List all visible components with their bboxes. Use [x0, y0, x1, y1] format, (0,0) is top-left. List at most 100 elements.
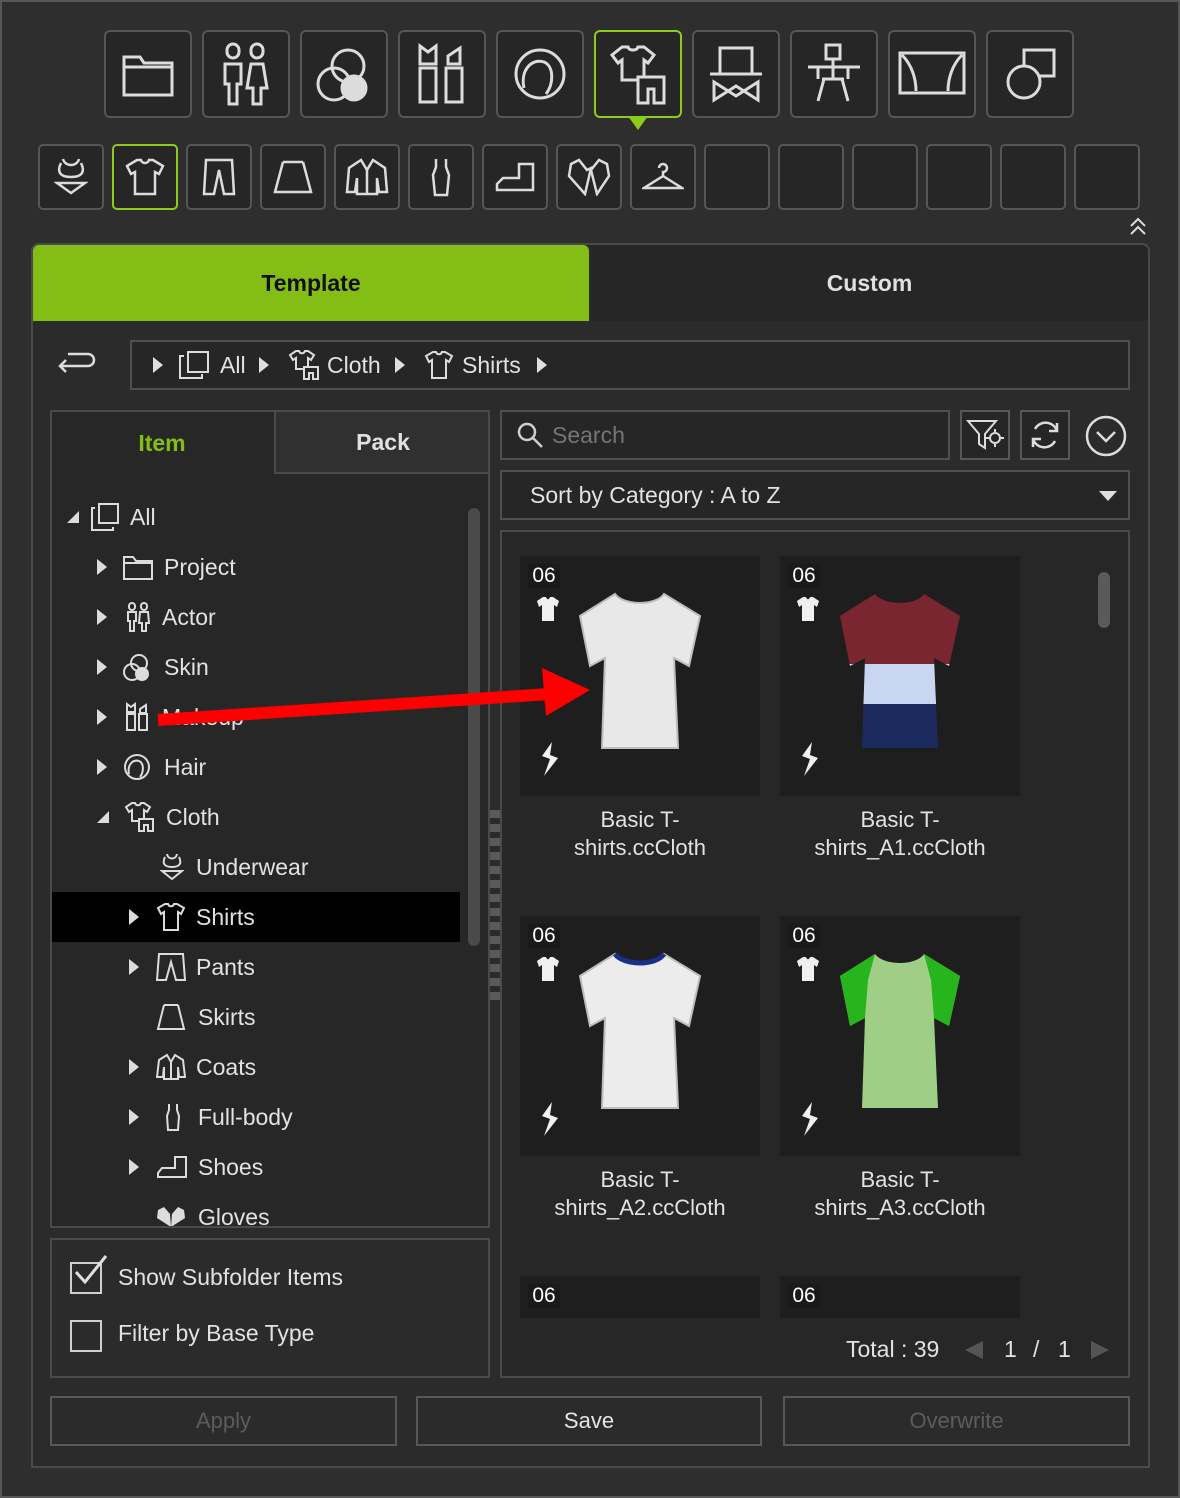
gloves-icon[interactable]: [556, 144, 622, 210]
search-box[interactable]: [500, 410, 950, 460]
collapse-up-icon[interactable]: [1128, 216, 1148, 236]
physics-icon: [802, 742, 818, 776]
skirt-icon[interactable]: [260, 144, 326, 210]
filter-base-checkbox[interactable]: [70, 1320, 102, 1352]
shirt-icon[interactable]: [112, 144, 178, 210]
expanded-icon: [67, 511, 79, 523]
collapsed-icon: [129, 1109, 139, 1125]
collapsed-icon: [97, 659, 107, 675]
tree-node-gloves[interactable]: Gloves: [52, 1192, 460, 1228]
item-name[interactable]: Basic T-shirts_A3.ccCloth: [770, 1166, 1030, 1222]
skin-icon: [123, 654, 149, 681]
next-page-icon[interactable]: [1090, 1340, 1110, 1360]
collapsed-icon: [97, 709, 107, 725]
tab-template[interactable]: Template: [33, 245, 589, 321]
sort-dropdown[interactable]: Sort by Category : A to Z: [500, 470, 1130, 520]
show-subfolder-checkbox[interactable]: [70, 1255, 108, 1294]
tree-label: Actor: [162, 603, 216, 630]
project-icon[interactable]: [104, 30, 192, 118]
makeup-icon[interactable]: [398, 30, 486, 118]
item-card[interactable]: 06: [780, 556, 1020, 796]
item-card[interactable]: 06: [780, 916, 1020, 1156]
tshirt-type-icon: [537, 597, 559, 621]
physics-icon: [542, 742, 558, 776]
grid-scrollbar[interactable]: [1098, 572, 1110, 628]
refresh-button[interactable]: [1020, 410, 1070, 460]
tshirt-type-icon: [797, 957, 819, 981]
tree-node-all[interactable]: All: [52, 492, 460, 542]
tshirt-type-icon: [797, 597, 819, 621]
back-icon[interactable]: [56, 348, 96, 380]
empty-slot: [1000, 144, 1066, 210]
tree-node-pants[interactable]: Pants: [52, 942, 460, 992]
tree-node-shoes[interactable]: Shoes: [52, 1142, 460, 1192]
tree-label: Pants: [196, 953, 255, 980]
item-name[interactable]: Basic T-shirts_A1.ccCloth: [770, 806, 1030, 862]
tree-node-actor[interactable]: Actor: [52, 592, 460, 642]
pants-icon[interactable]: [186, 144, 252, 210]
accessory-icon[interactable]: [692, 30, 780, 118]
all-icon: [91, 503, 119, 531]
hanger-icon[interactable]: [630, 144, 696, 210]
underwear-icon[interactable]: [38, 144, 104, 210]
search-icon: [517, 422, 543, 448]
item-badge: 06: [528, 564, 560, 588]
actor-icon[interactable]: [202, 30, 290, 118]
folder-tree-panel: Item Pack All Project Actor Skin Makeup …: [50, 410, 490, 1228]
tab-item[interactable]: Item: [52, 412, 272, 474]
refresh-icon: [1031, 421, 1059, 449]
layers-icon[interactable]: [986, 30, 1074, 118]
shirt-body: [578, 952, 702, 1109]
apply-button[interactable]: Apply: [50, 1396, 397, 1446]
breadcrumb-shirts[interactable]: Shirts: [462, 352, 521, 379]
item-card[interactable]: 06: [520, 916, 760, 1156]
collapsed-icon: [129, 959, 139, 975]
save-button[interactable]: Save: [416, 1396, 762, 1446]
item-name[interactable]: Basic T-shirts.ccCloth: [510, 806, 770, 862]
tree-node-fullbody[interactable]: Full-body: [52, 1092, 460, 1142]
shoes-icon: [157, 1156, 187, 1178]
tree-label: Gloves: [198, 1203, 270, 1228]
physics-icon: [542, 1102, 558, 1136]
tab-custom[interactable]: Custom: [591, 245, 1148, 321]
page-separator: /: [1033, 1336, 1040, 1362]
more-options-icon[interactable]: [1084, 414, 1128, 458]
coat-icon[interactable]: [334, 144, 400, 210]
item-name-line: Basic T-: [600, 807, 680, 832]
full-body-icon[interactable]: [408, 144, 474, 210]
stage-icon[interactable]: [888, 30, 976, 118]
physics-icon: [802, 1102, 818, 1136]
breadcrumb-all[interactable]: All: [220, 352, 246, 379]
filter-settings-button[interactable]: [960, 410, 1010, 460]
pants-icon: [156, 953, 186, 981]
item-name[interactable]: Basic T-shirts_A2.ccCloth: [510, 1166, 770, 1222]
prev-page-icon[interactable]: [964, 1340, 984, 1360]
overwrite-button[interactable]: Overwrite: [783, 1396, 1130, 1446]
item-name-line: shirts_A1.ccCloth: [814, 835, 986, 860]
empty-slot: [1074, 144, 1140, 210]
search-input[interactable]: [552, 421, 932, 449]
shirt-thumbnail-image: [578, 952, 702, 1109]
breadcrumb-arrow-icon: [394, 356, 406, 374]
item-name-line: shirts_A2.ccCloth: [554, 1195, 726, 1220]
empty-slot: [926, 144, 992, 210]
breadcrumb-cloth[interactable]: Cloth: [327, 352, 381, 379]
tree-node-coats[interactable]: Coats: [52, 1042, 460, 1092]
tree-node-underwear[interactable]: Underwear: [52, 842, 460, 892]
splitter-handle[interactable]: [490, 810, 500, 1000]
tree-node-skirts[interactable]: Skirts: [52, 992, 460, 1042]
item-badge: 06: [528, 924, 560, 948]
shoes-icon[interactable]: [482, 144, 548, 210]
tree-node-hair[interactable]: Hair: [52, 742, 460, 792]
annotation-arrow: [157, 668, 590, 726]
sort-label: Sort by Category : A to Z: [530, 481, 781, 508]
prop-icon[interactable]: [790, 30, 878, 118]
hair-icon[interactable]: [496, 30, 584, 118]
skin-icon[interactable]: [300, 30, 388, 118]
cloth-icon[interactable]: [594, 30, 682, 118]
tree-node-shirts[interactable]: Shirts: [52, 892, 460, 942]
tree-node-cloth[interactable]: Cloth: [52, 792, 460, 842]
tab-pack[interactable]: Pack: [274, 412, 488, 474]
tree-node-project[interactable]: Project: [52, 542, 460, 592]
breadcrumb: [130, 340, 1130, 390]
